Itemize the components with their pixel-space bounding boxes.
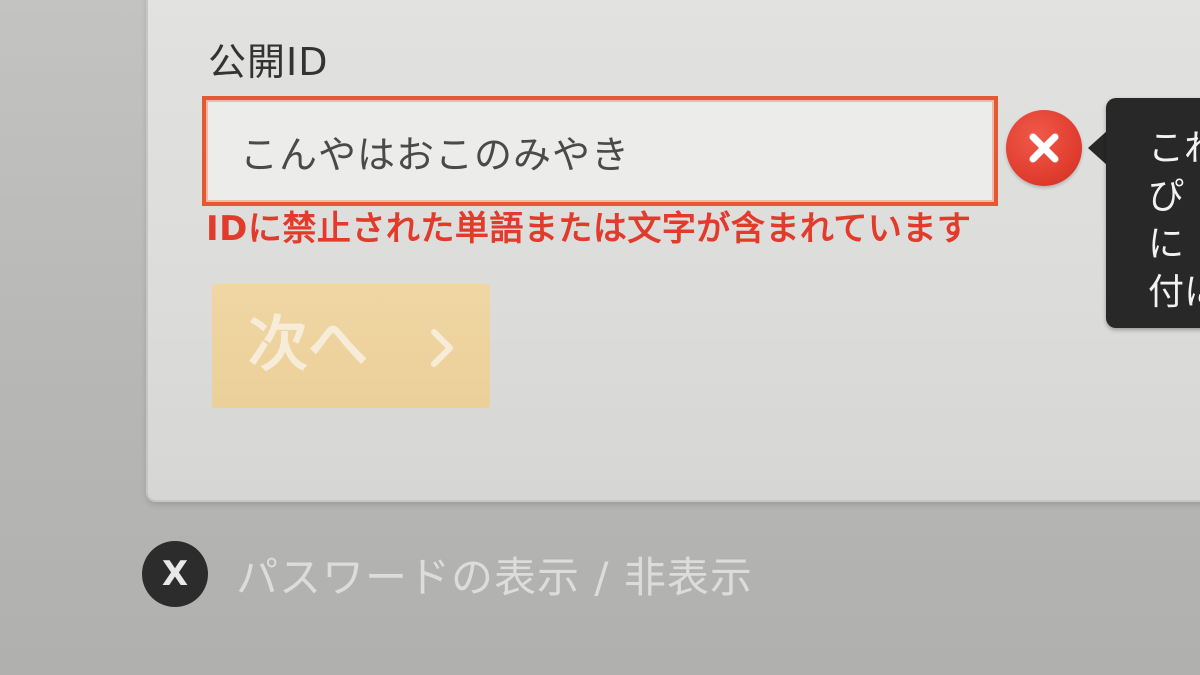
- password-visibility-toggle[interactable]: X パスワードの表示 / 非表示: [142, 540, 753, 608]
- tooltip-line: に: [1148, 224, 1185, 265]
- clear-input-button[interactable]: [1006, 110, 1082, 186]
- chevron-right-icon: [431, 329, 453, 367]
- close-icon: [1029, 133, 1059, 163]
- public-id-label: 公開ID: [208, 40, 329, 84]
- next-button[interactable]: 次へ: [212, 284, 490, 408]
- tooltip-pointer: [1088, 130, 1108, 166]
- public-id-input[interactable]: [206, 100, 994, 202]
- next-button-label: 次へ: [248, 310, 368, 380]
- password-visibility-label: パスワードの表示 / 非表示: [236, 552, 753, 602]
- public-id-field[interactable]: [202, 96, 998, 206]
- tooltip-line: ぴ: [1148, 176, 1185, 217]
- id-error-message: IDに禁止された単語または文字が含まれています: [206, 209, 972, 249]
- x-button-icon[interactable]: X: [142, 541, 208, 607]
- tooltip-line: 付に: [1148, 272, 1200, 313]
- tooltip-line: これ: [1148, 128, 1200, 169]
- help-tooltip: これ ぴ に 付に: [1106, 98, 1200, 328]
